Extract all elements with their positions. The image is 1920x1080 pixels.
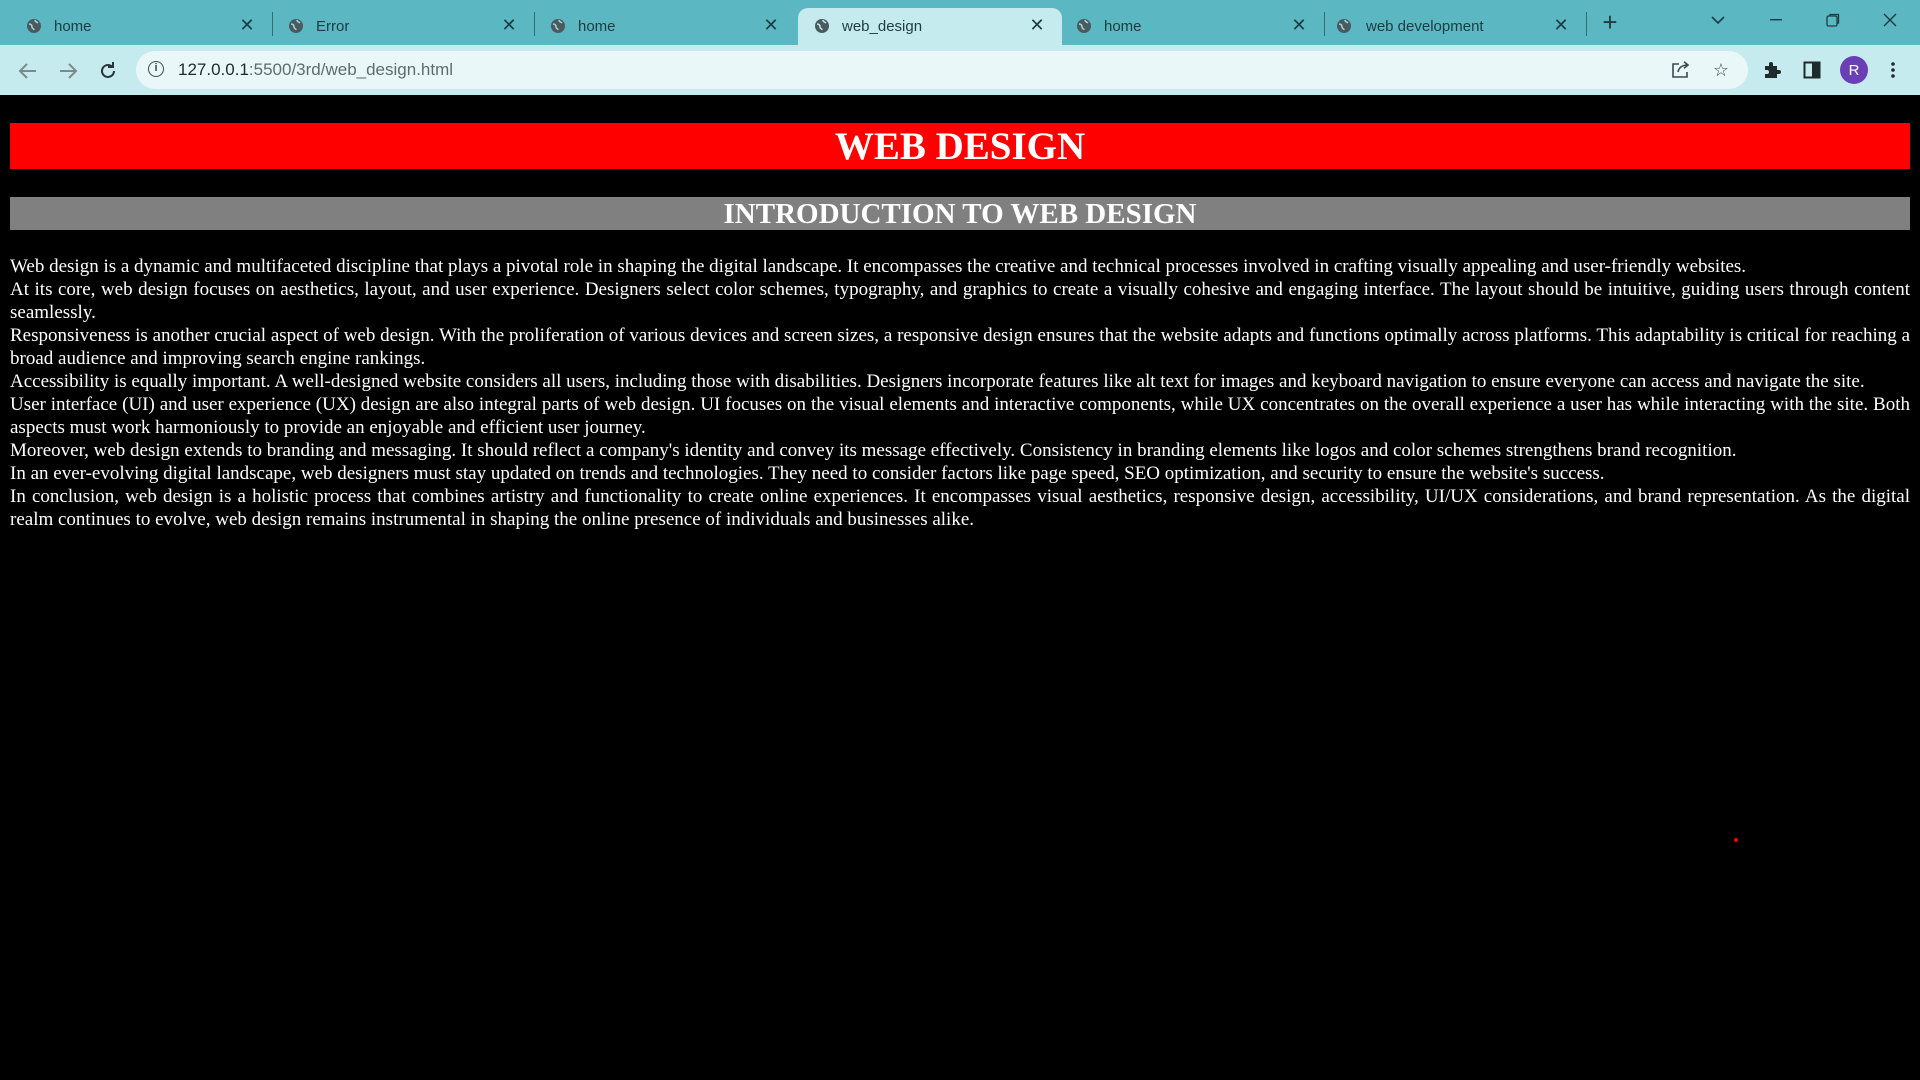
close-icon[interactable]: ✕ [1026,14,1048,36]
url-text[interactable]: 127.0.0.1:5500/3rd/web_design.html [178,60,453,80]
close-icon[interactable]: ✕ [1550,14,1572,36]
paragraph: Moreover, web design extends to branding… [10,440,1737,461]
star-icon[interactable]: ☆ [1710,59,1732,81]
tab-title: web development [1366,18,1484,35]
avatar[interactable]: R [1840,56,1868,84]
tab-strip: home ✕ Error ✕ home ✕ web_design ✕ home … [0,0,1920,45]
share-icon[interactable] [1670,59,1692,81]
page-title: WEB DESIGN [10,123,1910,169]
tab-home-1[interactable]: home ✕ [0,8,273,45]
tab-title: home [1104,18,1142,35]
paragraph: In an ever-evolving digital landscape, w… [10,463,1605,484]
kebab-menu-icon[interactable] [1880,57,1906,83]
tab-error[interactable]: Error ✕ [262,8,535,45]
arrow-left-icon[interactable] [14,57,42,85]
close-icon[interactable]: ✕ [236,14,258,36]
chevron-down-icon[interactable] [1690,0,1746,40]
close-icon[interactable]: ✕ [760,14,782,36]
section-heading: INTRODUCTION TO WEB DESIGN [10,197,1910,230]
paragraph: Responsiveness is another crucial aspect… [10,325,1910,369]
globe-icon [27,19,41,33]
close-icon[interactable] [1862,0,1918,40]
browser-toolbar: i 127.0.0.1:5500/3rd/web_design.html ☆ R [0,45,1920,95]
tab-title: home [578,18,616,35]
cursor-dot [1734,838,1738,842]
tab-home-3[interactable]: home ✕ [1062,8,1325,45]
tab-home-2[interactable]: home ✕ [524,8,796,45]
tab-web-design[interactable]: web_design ✕ [798,8,1062,45]
article-body: Web design is a dynamic and multifaceted… [10,255,1910,531]
tab-title: Error [316,18,350,35]
url-path: :5500/3rd/web_design.html [248,60,454,79]
globe-icon [815,19,829,33]
arrow-right-icon[interactable] [54,57,82,85]
tab-web-development[interactable]: web development ✕ [1324,8,1587,45]
globe-icon [1077,19,1091,33]
paragraph: In conclusion, web design is a holistic … [10,486,1910,530]
paragraph: User interface (UI) and user experience … [10,394,1910,438]
side-panel-icon[interactable] [1799,57,1825,83]
plus-icon[interactable]: + [1596,7,1624,37]
close-icon[interactable]: ✕ [498,14,520,36]
close-icon[interactable]: ✕ [1288,14,1310,36]
address-bar[interactable]: i 127.0.0.1:5500/3rd/web_design.html ☆ [136,51,1748,89]
minimize-icon[interactable] [1748,0,1804,40]
paragraph: Web design is a dynamic and multifaceted… [10,256,1747,277]
globe-icon [551,19,565,33]
reload-icon[interactable] [94,57,122,85]
paragraph: Accessibility is equally important. A we… [10,371,1865,392]
tab-title: web_design [842,18,923,35]
tab-separator [1586,12,1587,36]
puzzle-icon[interactable] [1759,57,1785,83]
url-host: 127.0.0.1 [178,60,249,79]
page-content: WEB DESIGN INTRODUCTION TO WEB DESIGN We… [0,95,1920,1080]
globe-icon [1337,19,1351,33]
restore-icon[interactable] [1805,0,1861,40]
tab-title: home [54,18,92,35]
info-icon[interactable]: i [148,61,164,77]
paragraph: At its core, web design focuses on aesth… [10,279,1910,323]
globe-icon [289,19,303,33]
